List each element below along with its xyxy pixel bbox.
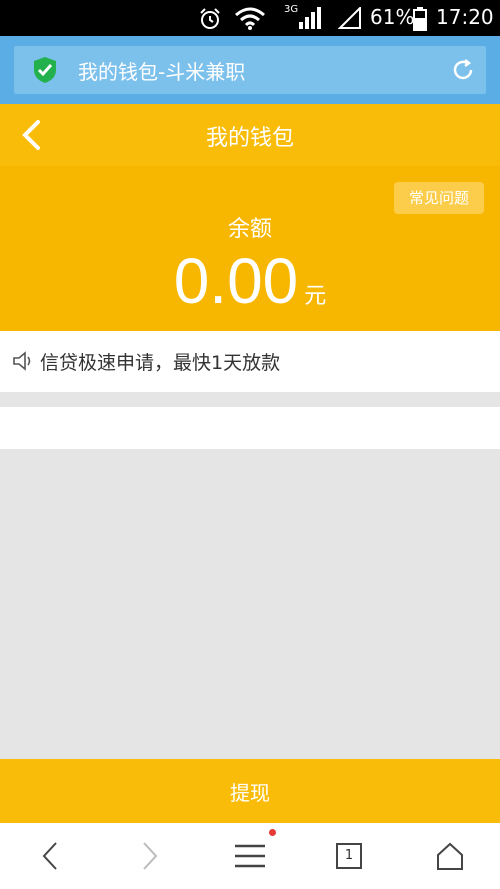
nav-home-button[interactable] [400, 823, 500, 889]
speaker-icon [13, 351, 31, 371]
shield-check-icon [34, 57, 56, 83]
address-bar[interactable]: 我的钱包-斗米兼职 [14, 46, 486, 94]
notification-dot [269, 829, 276, 836]
browser-bottom-nav: 1 [0, 823, 500, 889]
nav-back-button[interactable] [0, 823, 100, 889]
clock: 17:20 [436, 5, 494, 29]
page-url-title: 我的钱包-斗米兼职 [78, 60, 246, 84]
balance-amount: 0.00 元 [0, 244, 500, 318]
status-bar: 3G 61% 17:20 [0, 0, 500, 36]
page-title: 我的钱包 [205, 126, 294, 151]
balance-label: 余额 [227, 217, 272, 242]
browser-toolbar: 我的钱包-斗米兼职 [0, 36, 500, 104]
nav-menu-button[interactable] [200, 823, 300, 889]
faq-button[interactable]: 常见问题 [394, 182, 484, 214]
balance-panel: 常见问题 余额 0.00 元 [0, 166, 500, 331]
battery-icon [413, 7, 427, 31]
signal-icon [299, 7, 321, 29]
empty-row [0, 407, 500, 449]
chevron-left-icon [42, 842, 57, 870]
chevron-right-icon [143, 842, 158, 870]
signal-outline-icon [338, 7, 361, 29]
loan-notice[interactable]: 信贷极速申请，最快1天放款 [0, 331, 500, 392]
battery-percent: 61% [370, 5, 415, 29]
network-type: 3G [284, 4, 299, 15]
tab-count-button[interactable]: 1 [336, 843, 362, 869]
notice-text: 信贷极速申请，最快1天放款 [40, 352, 281, 374]
withdraw-button[interactable]: 提现 [0, 759, 500, 823]
balance-unit: 元 [304, 284, 327, 309]
menu-icon [235, 844, 265, 868]
alarm-icon [200, 8, 220, 29]
balance-value: 0.00 [173, 245, 299, 317]
nav-forward-button[interactable] [100, 823, 200, 889]
app-header: 我的钱包 [0, 104, 500, 166]
wifi-icon [235, 7, 265, 30]
home-icon [437, 842, 463, 870]
refresh-icon[interactable] [451, 58, 475, 82]
